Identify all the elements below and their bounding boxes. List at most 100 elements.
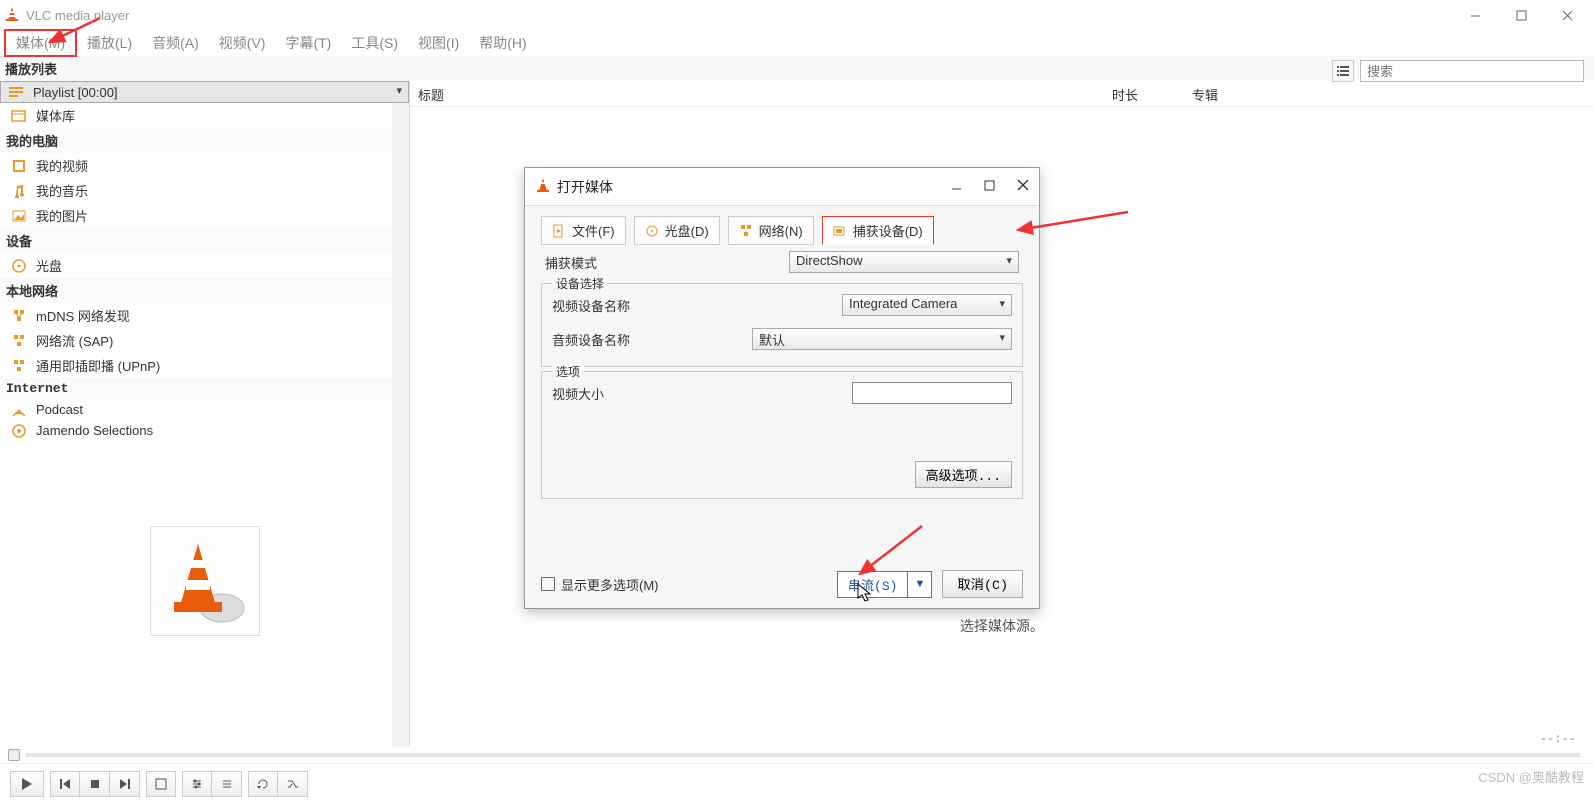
select-value: 默认 <box>759 333 785 348</box>
title-bar: VLC media player <box>0 0 1594 30</box>
playlist-icon <box>7 85 25 99</box>
minimize-button[interactable] <box>1452 0 1498 30</box>
options-group: 选项 视频大小 高级选项... <box>541 371 1023 499</box>
col-title[interactable]: 标题 <box>410 81 1104 106</box>
menu-view[interactable]: 视图(I) <box>408 31 469 55</box>
next-button[interactable] <box>110 771 140 797</box>
sidebar-item-disc[interactable]: 光盘 <box>0 253 409 278</box>
playlist-toggle-button[interactable] <box>212 771 242 797</box>
tab-disc[interactable]: 光盘(D) <box>634 216 720 245</box>
time-display: --:-- <box>1540 732 1576 746</box>
col-album[interactable]: 专辑 <box>1184 81 1594 106</box>
sidebar-item-jamendo[interactable]: Jamendo Selections <box>0 420 409 441</box>
close-button[interactable] <box>1544 0 1590 30</box>
network-icon <box>10 334 28 348</box>
dialog-title: 打开媒体 <box>557 177 613 197</box>
menu-playback[interactable]: 播放(L) <box>77 31 142 55</box>
tab-label: 捕获设备(D) <box>853 221 923 240</box>
loop-button[interactable] <box>248 771 278 797</box>
extended-settings-button[interactable] <box>182 771 212 797</box>
advanced-options-button[interactable]: 高级选项... <box>915 461 1012 488</box>
tab-capture[interactable]: 捕获设备(D) <box>822 216 934 245</box>
tab-label: 文件(F) <box>572 221 615 240</box>
menu-tools[interactable]: 工具(S) <box>341 31 408 55</box>
video-device-select[interactable]: Integrated Camera <box>842 294 1012 316</box>
sidebar-item-label: 网络流 (SAP) <box>36 331 113 350</box>
video-file-icon <box>10 159 28 173</box>
tab-label: 网络(N) <box>759 221 803 240</box>
sidebar-item-upnp[interactable]: 通用即插即播 (UPnP) <box>0 353 409 378</box>
podcast-icon <box>10 403 28 417</box>
list-view-icon[interactable] <box>1332 60 1354 82</box>
search-input[interactable] <box>1360 60 1584 82</box>
sidebar-item-label: 媒体库 <box>36 106 75 125</box>
shuffle-button[interactable] <box>278 771 308 797</box>
open-media-dialog: 打开媒体 文件(F) 光盘(D) 网络(N) 捕获设备(D) 捕获模式 Dire… <box>524 167 1040 609</box>
sidebar-item-label: 通用即插即播 (UPnP) <box>36 356 160 375</box>
checkbox-label: 显示更多选项(M) <box>561 575 659 594</box>
menu-bar: 媒体(M) 播放(L) 音频(A) 视频(V) 字幕(T) 工具(S) 视图(I… <box>0 30 1594 56</box>
sidebar-item-label: Playlist [00:00] <box>33 85 118 100</box>
video-size-input[interactable] <box>852 382 1012 404</box>
transport-bar <box>0 763 1594 803</box>
video-device-label: 视频设备名称 <box>552 296 652 315</box>
sidebar-item-sap[interactable]: 网络流 (SAP) <box>0 328 409 353</box>
tab-label: 光盘(D) <box>665 221 709 240</box>
sidebar: Playlist [00:00] 媒体库 我的电脑 我的视频 我的音乐 我的图片… <box>0 81 410 747</box>
image-icon <box>10 209 28 223</box>
play-button[interactable] <box>10 771 44 797</box>
tab-file[interactable]: 文件(F) <box>541 216 626 245</box>
sidebar-item-label: 我的图片 <box>36 206 88 225</box>
window-title: VLC media player <box>26 8 129 23</box>
sidebar-scrollbar[interactable] <box>392 81 409 747</box>
fieldset-legend: 选项 <box>552 363 584 380</box>
cancel-button[interactable]: 取消(C) <box>942 570 1023 598</box>
sidebar-item-playlist[interactable]: Playlist [00:00] <box>0 81 409 103</box>
tab-network[interactable]: 网络(N) <box>728 216 814 245</box>
sidebar-item-my-pictures[interactable]: 我的图片 <box>0 203 409 228</box>
network-icon <box>10 309 28 323</box>
sidebar-item-media-library[interactable]: 媒体库 <box>0 103 409 128</box>
stop-button[interactable] <box>80 771 110 797</box>
prev-button[interactable] <box>50 771 80 797</box>
audio-device-label: 音频设备名称 <box>552 330 652 349</box>
maximize-button[interactable] <box>1498 0 1544 30</box>
seek-slider[interactable] <box>0 747 1594 763</box>
menu-video[interactable]: 视频(V) <box>209 31 276 55</box>
menu-audio[interactable]: 音频(A) <box>142 31 209 55</box>
sidebar-item-label: 光盘 <box>36 256 62 275</box>
sidebar-item-label: mDNS 网络发现 <box>36 306 130 325</box>
vlc-icon <box>4 6 20 25</box>
select-value: Integrated Camera <box>849 296 957 311</box>
button-label: 串流(S) <box>838 572 907 597</box>
stream-button[interactable]: 串流(S) ▼ <box>837 571 932 598</box>
menu-media[interactable]: 媒体(M) <box>4 29 77 57</box>
dialog-maximize-button[interactable] <box>984 179 995 194</box>
library-icon <box>10 109 28 123</box>
jamendo-icon <box>10 424 28 438</box>
select-value: DirectShow <box>796 253 862 268</box>
fieldset-legend: 设备选择 <box>552 275 608 292</box>
music-note-icon <box>10 184 28 198</box>
sidebar-cat-devices: 设备 <box>0 228 409 253</box>
chevron-down-icon[interactable]: ▼ <box>907 572 931 597</box>
col-duration[interactable]: 时长 <box>1104 81 1184 106</box>
capture-mode-select[interactable]: DirectShow <box>789 251 1019 273</box>
show-more-options-checkbox[interactable]: 显示更多选项(M) <box>541 575 659 594</box>
capture-mode-label: 捕获模式 <box>545 253 645 272</box>
menu-subtitle[interactable]: 字幕(T) <box>275 31 341 55</box>
network-icon <box>10 359 28 373</box>
dialog-minimize-button[interactable] <box>951 179 962 194</box>
menu-help[interactable]: 帮助(H) <box>469 31 536 55</box>
disc-icon <box>10 259 28 273</box>
sidebar-item-podcast[interactable]: Podcast <box>0 399 409 420</box>
dialog-close-button[interactable] <box>1017 179 1029 194</box>
watermark: CSDN @奥酷教程 <box>1478 767 1584 786</box>
sidebar-item-mdns[interactable]: mDNS 网络发现 <box>0 303 409 328</box>
sidebar-item-my-videos[interactable]: 我的视频 <box>0 153 409 178</box>
device-select-group: 设备选择 视频设备名称 Integrated Camera 音频设备名称 默认 <box>541 283 1023 367</box>
fullscreen-button[interactable] <box>146 771 176 797</box>
audio-device-select[interactable]: 默认 <box>752 328 1012 350</box>
sidebar-item-my-music[interactable]: 我的音乐 <box>0 178 409 203</box>
sidebar-cat-mycomputer: 我的电脑 <box>0 128 409 153</box>
